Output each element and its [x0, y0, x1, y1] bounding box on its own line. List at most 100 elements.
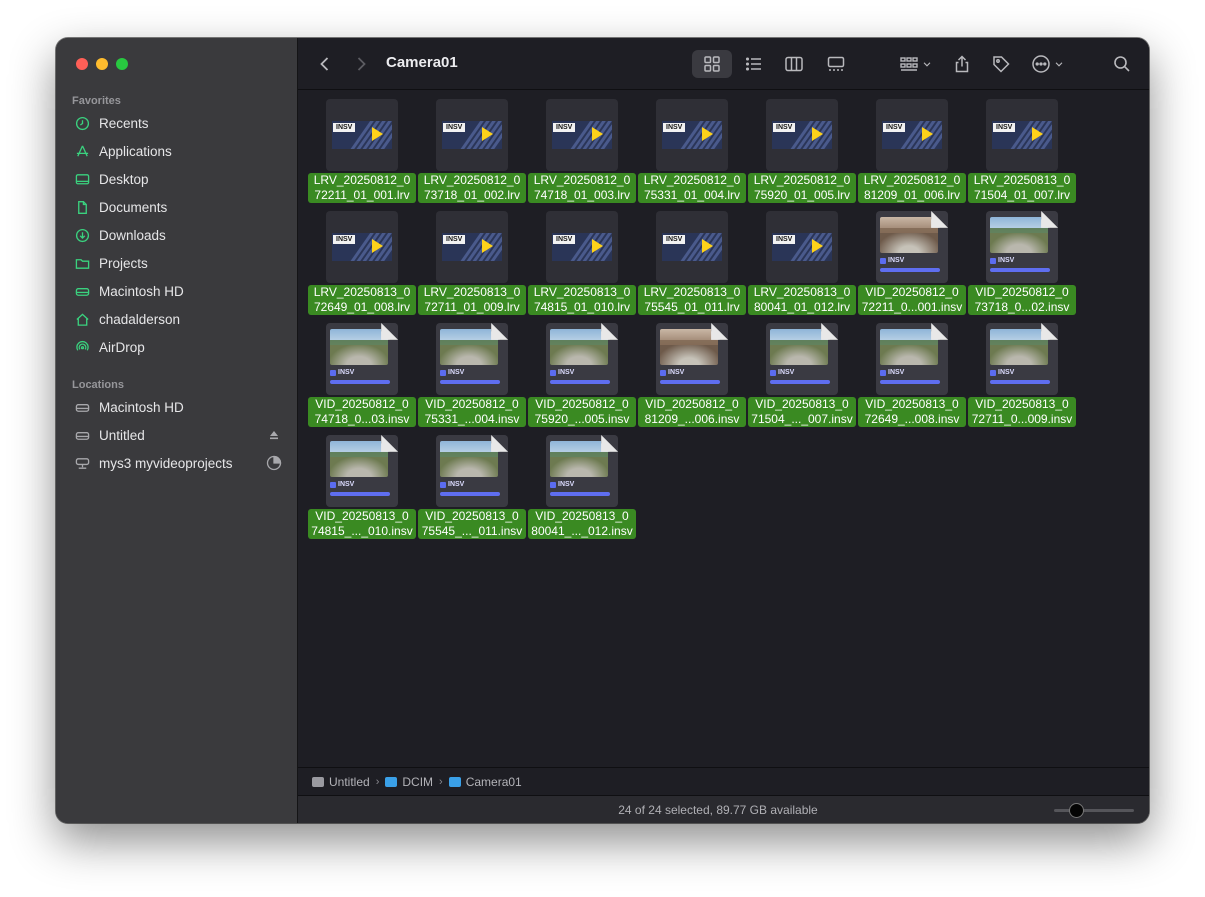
file-item[interactable]: INSV LRV_20250812_0 74718_01_003.lrv	[528, 91, 636, 203]
tags-button[interactable]	[986, 50, 1016, 78]
insv-tag: INSV	[440, 481, 464, 488]
file-item[interactable]: INSV VID_20250812_0 75331_...004.insv	[418, 315, 526, 427]
file-item[interactable]: INSV LRV_20250813_0 72649_01_008.lrv	[308, 203, 416, 315]
status-bar: 24 of 24 selected, 89.77 GB available	[298, 795, 1149, 823]
file-item[interactable]: INSV VID_20250812_0 81209_...006.insv	[638, 315, 746, 427]
video-preview-image	[880, 217, 938, 253]
file-thumbnail: INSV	[656, 99, 728, 171]
sidebar-item-label: Applications	[99, 143, 172, 159]
file-item[interactable]: INSV LRV_20250813_0 71504_01_007.lrv	[968, 91, 1076, 203]
play-icon	[812, 239, 823, 253]
minimize-window-button[interactable]	[96, 58, 108, 70]
forward-button[interactable]	[350, 50, 372, 78]
file-name-label: VID_20250812_0 81209_...006.insv	[638, 397, 746, 427]
file-item[interactable]: INSV VID_20250813_0 80041_..._012.insv	[528, 427, 636, 539]
file-thumbnail: INSV	[766, 323, 838, 395]
file-item[interactable]: INSV VID_20250812_0 72211_0...001.insv	[858, 203, 966, 315]
file-name-label: VID_20250812_0 74718_0...03.insv	[308, 397, 416, 427]
thumbnail-bar	[550, 492, 610, 496]
back-button[interactable]	[314, 50, 336, 78]
insv-tag: INSV	[550, 369, 574, 376]
sidebar-item-desktop[interactable]: Desktop	[66, 166, 288, 192]
sidebar-item-projects[interactable]: Projects	[66, 250, 288, 276]
file-item[interactable]: INSV LRV_20250812_0 75331_01_004.lrv	[638, 91, 746, 203]
file-thumbnail: INSV	[546, 435, 618, 507]
file-item[interactable]: INSV LRV_20250812_0 73718_01_002.lrv	[418, 91, 526, 203]
sidebar-item-recents[interactable]: Recents	[66, 110, 288, 136]
insv-tag: INSV	[553, 235, 576, 244]
insv-tag: INSV	[990, 369, 1014, 376]
zoom-window-button[interactable]	[116, 58, 128, 70]
insv-tag: INSV	[883, 123, 906, 132]
path-segment-camera01[interactable]: Camera01	[448, 775, 522, 789]
file-thumbnail: INSV	[766, 211, 838, 283]
file-name-label: VID_20250813_0 74815_..._010.insv	[308, 509, 416, 539]
file-thumbnail: INSV	[986, 211, 1058, 283]
file-thumbnail: INSV	[326, 435, 398, 507]
file-item[interactable]: INSV LRV_20250813_0 74815_01_010.lrv	[528, 203, 636, 315]
play-icon	[482, 127, 493, 141]
slider-knob[interactable]	[1069, 803, 1084, 818]
file-item[interactable]: INSV LRV_20250813_0 80041_01_012.lrv	[748, 203, 856, 315]
search-button[interactable]	[1108, 50, 1136, 78]
file-name-label: LRV_20250813_0 72649_01_008.lrv	[308, 285, 416, 315]
list-view-button[interactable]	[738, 50, 770, 78]
file-name-label: LRV_20250813_0 74815_01_010.lrv	[528, 285, 636, 315]
thumbnail-bar	[330, 492, 390, 496]
sidebar-item-mys3[interactable]: mys3 myvideoprojects	[66, 450, 288, 476]
sidebar-item-macintosh-hd[interactable]: Macintosh HD	[66, 278, 288, 304]
share-button[interactable]	[948, 50, 976, 78]
icon-size-slider[interactable]	[1054, 803, 1134, 818]
icon-view-button[interactable]	[692, 50, 732, 78]
file-item[interactable]: INSV VID_20250812_0 74718_0...03.insv	[308, 315, 416, 427]
chevron-right-icon: ›	[439, 775, 443, 788]
file-name-label: VID_20250812_0 75920_...005.insv	[528, 397, 636, 427]
sidebar-item-home[interactable]: chadalderson	[66, 306, 288, 332]
page-fold-icon	[931, 323, 948, 340]
sidebar-item-documents[interactable]: Documents	[66, 194, 288, 220]
video-preview-image	[440, 329, 498, 365]
play-icon	[702, 127, 713, 141]
file-item[interactable]: INSV VID_20250813_0 71504_..._007.insv	[748, 315, 856, 427]
close-window-button[interactable]	[76, 58, 88, 70]
file-item[interactable]: INSV VID_20250812_0 75920_...005.insv	[528, 315, 636, 427]
column-view-button[interactable]	[778, 50, 810, 78]
thumbnail-bar	[880, 380, 940, 384]
page-fold-icon	[931, 211, 948, 228]
group-by-button[interactable]	[894, 50, 938, 78]
chevron-down-icon	[923, 62, 931, 67]
chevron-left-icon	[320, 57, 329, 71]
insv-tag: INSV	[443, 123, 466, 132]
insv-tag: INSV	[330, 369, 354, 376]
file-item[interactable]: INSV VID_20250812_0 73718_0...02.insv	[968, 203, 1076, 315]
sidebar-item-applications[interactable]: Applications	[66, 138, 288, 164]
eject-icon[interactable]	[266, 427, 282, 443]
file-item[interactable]: INSV LRV_20250813_0 72711_01_009.lrv	[418, 203, 526, 315]
file-item[interactable]: INSV VID_20250813_0 72649_...008.insv	[858, 315, 966, 427]
file-item[interactable]: INSV LRV_20250812_0 81209_01_006.lrv	[858, 91, 966, 203]
insv-tag: INSV	[993, 123, 1016, 132]
file-item[interactable]: INSV LRV_20250812_0 75920_01_005.lrv	[748, 91, 856, 203]
path-segment-dcim[interactable]: DCIM	[385, 775, 433, 789]
gallery-view-button[interactable]	[820, 50, 852, 78]
thumbnail-bar	[550, 380, 610, 384]
sidebar-item-downloads[interactable]: Downloads	[66, 222, 288, 248]
file-item[interactable]: INSV LRV_20250812_0 72211_01_001.lrv	[308, 91, 416, 203]
progress-pie-icon	[266, 455, 282, 471]
path-segment-untitled[interactable]: Untitled	[312, 775, 370, 789]
window-title: Camera01	[386, 54, 458, 71]
drive-icon	[74, 427, 90, 443]
file-item[interactable]: INSV VID_20250813_0 75545_..._011.insv	[418, 427, 526, 539]
file-item[interactable]: INSV VID_20250813_0 74815_..._010.insv	[308, 427, 416, 539]
sidebar-item-label: Desktop	[99, 171, 149, 187]
file-item[interactable]: INSV VID_20250813_0 72711_0...009.insv	[968, 315, 1076, 427]
more-actions-button[interactable]	[1028, 50, 1068, 78]
file-name-label: LRV_20250813_0 80041_01_012.lrv	[748, 285, 856, 315]
file-item[interactable]: INSV LRV_20250813_0 75545_01_011.lrv	[638, 203, 746, 315]
share-icon	[955, 55, 969, 73]
sidebar-item-airdrop[interactable]: AirDrop	[66, 334, 288, 360]
sidebar-item-macintosh-hd-location[interactable]: Macintosh HD	[66, 394, 288, 420]
sidebar-item-untitled[interactable]: Untitled	[66, 422, 288, 448]
file-thumbnail: INSV	[546, 323, 618, 395]
file-name-label: LRV_20250812_0 73718_01_002.lrv	[418, 173, 526, 203]
